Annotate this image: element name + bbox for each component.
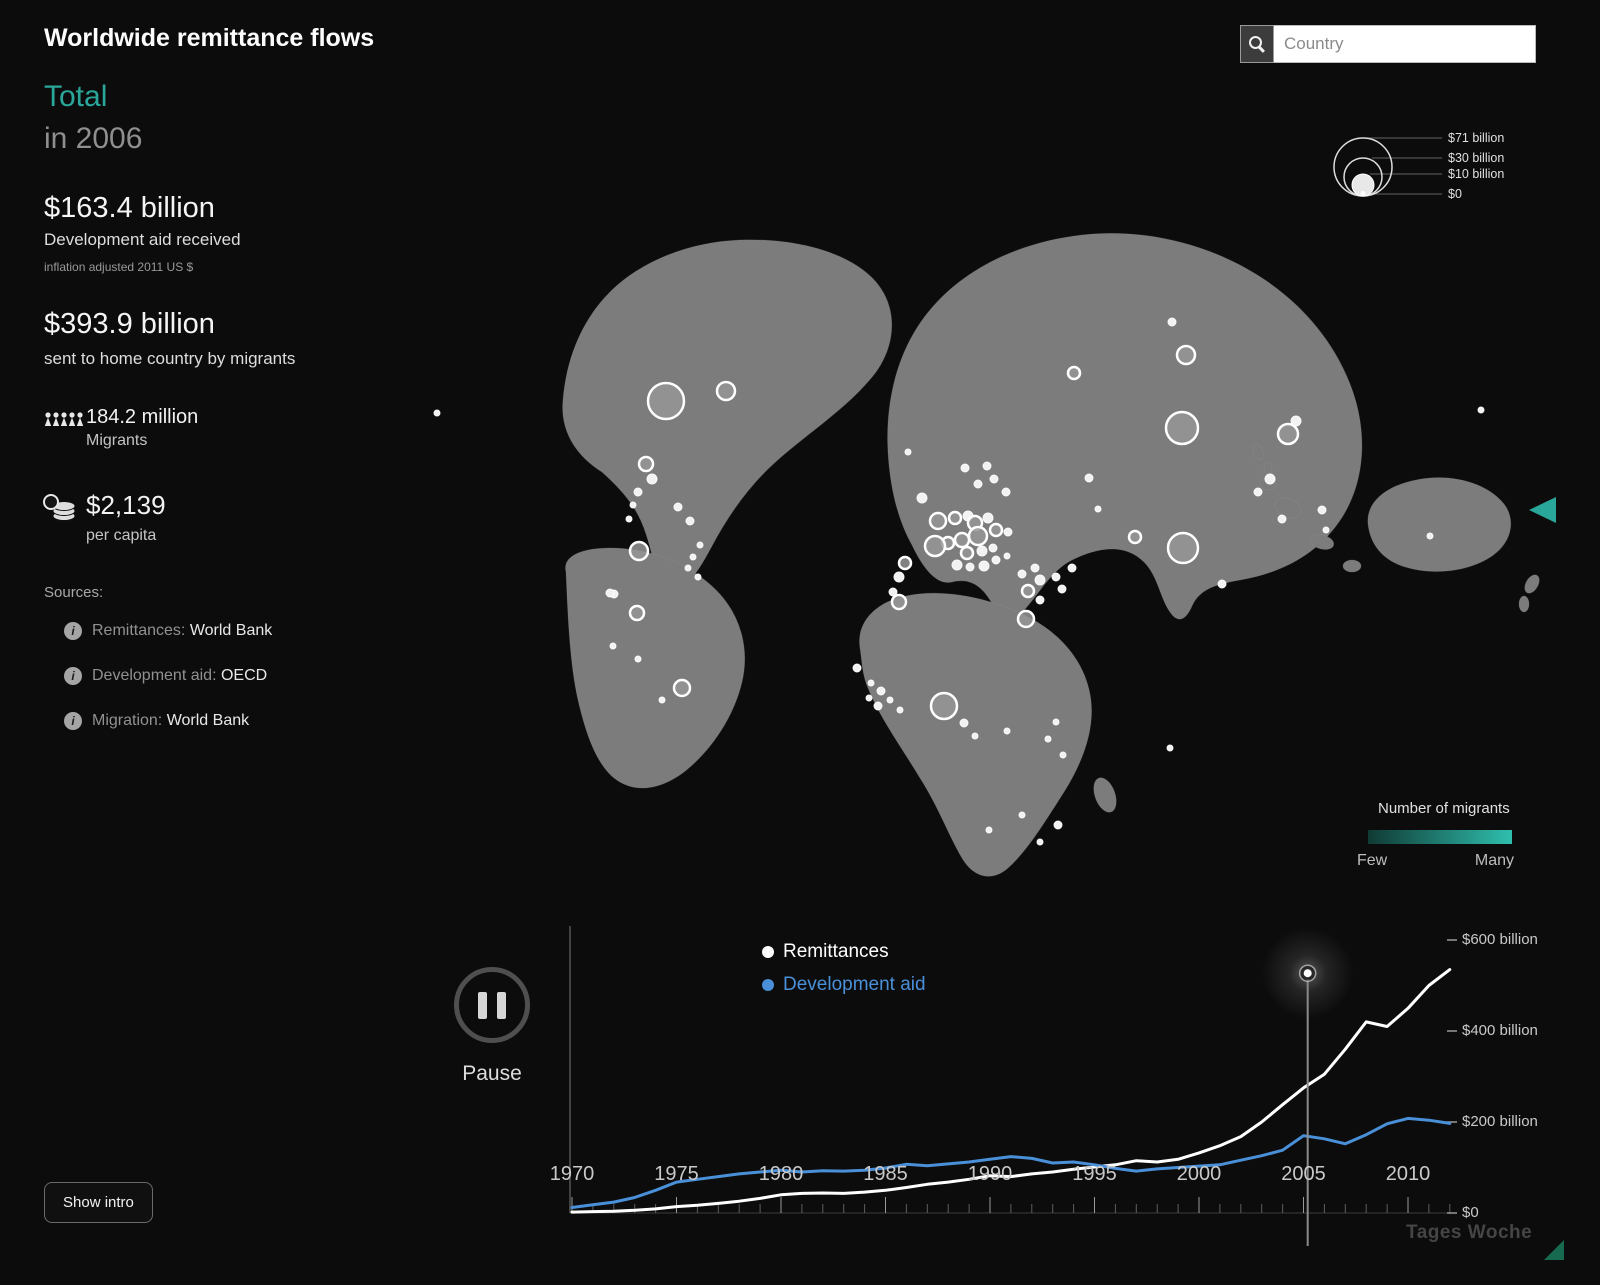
source-value: World Bank	[166, 712, 250, 729]
legend-label-10b: $10 billion	[1448, 167, 1504, 181]
migrants-legend-max: Many	[1474, 852, 1514, 869]
migrants-legend-min: Few	[1357, 852, 1388, 869]
show-intro-button[interactable]: Show intro	[44, 1182, 153, 1223]
brand-corner-mark	[1544, 1240, 1564, 1260]
pause-icon	[478, 991, 487, 1019]
x-axis-label: 1995	[1072, 1163, 1117, 1185]
legend-label: Remittances	[783, 941, 889, 962]
source-value: OECD	[220, 667, 268, 684]
year-marker	[1261, 927, 1354, 1246]
search-button[interactable]	[1240, 25, 1274, 63]
remittances-total-value: $393.9 billion	[44, 308, 215, 340]
info-icon[interactable]: i	[64, 622, 82, 640]
source-label: Development aid:	[92, 667, 217, 684]
brand-logo: Tages Woche	[1406, 1222, 1533, 1243]
source-aid: i Development aid: OECD	[64, 667, 267, 685]
aid-total-label: Development aid received	[44, 230, 241, 249]
page-title: Worldwide remittance flows	[44, 24, 375, 52]
x-axis-label: 1980	[758, 1163, 804, 1185]
source-label: Remittances:	[92, 622, 186, 639]
migrants-label: Migrants	[86, 432, 148, 449]
x-axis-label: 2005	[1281, 1163, 1326, 1185]
sources-heading: Sources:	[44, 584, 104, 601]
pause-button[interactable]	[454, 967, 530, 1043]
teal-arrow-icon	[1529, 497, 1556, 523]
legend-dot-icon	[762, 946, 774, 958]
x-axis-label: 1970	[549, 1163, 595, 1185]
migrants-legend-title: Number of migrants	[1378, 800, 1510, 817]
migrants-icon	[44, 412, 84, 426]
app: Worldwide remittance flows Total in 2006…	[0, 0, 1600, 1285]
source-value: World Bank	[189, 622, 273, 639]
migrants-value: 184.2 million	[86, 406, 199, 428]
migrants-count-legend: Number of migrants Few Many	[1356, 800, 1516, 870]
x-axis-label: 2010	[1385, 1163, 1431, 1185]
chart-legend-item: Development aid	[762, 974, 926, 996]
pause-label: Pause	[462, 1062, 522, 1085]
inflation-note: inflation adjusted 2011 US $	[44, 260, 194, 274]
pause-icon	[497, 991, 506, 1019]
remittances-total-label: sent to home country by migrants	[44, 349, 296, 368]
search-input[interactable]	[1274, 25, 1536, 63]
x-axis-label: 2000	[1176, 1163, 1222, 1185]
money-per-capita-icon	[43, 494, 76, 521]
y-axis-label: $0	[1462, 1204, 1479, 1221]
x-axis-label: 1990	[967, 1163, 1013, 1185]
x-axis-label: 1975	[654, 1163, 699, 1185]
mode-label: Total	[44, 80, 108, 113]
source-label: Migration:	[92, 712, 163, 729]
source-remittances: i Remittances: World Bank	[64, 622, 272, 640]
y-axis-label: $200 billion	[1462, 1113, 1538, 1130]
chart-legend-item: Remittances	[762, 941, 889, 963]
search-icon	[1249, 36, 1265, 52]
country-search	[1240, 25, 1536, 63]
migrants-gradient-bar	[1368, 830, 1512, 844]
legend-label-71b: $71 billion	[1448, 131, 1504, 145]
legend-label-0: $0	[1448, 187, 1462, 201]
current-year-label: in 2006	[44, 122, 143, 155]
legend-label: Development aid	[783, 974, 926, 995]
aid-total-value: $163.4 billion	[44, 192, 215, 224]
source-migration: i Migration: World Bank	[64, 712, 249, 730]
year-slider-handle[interactable]	[1303, 969, 1312, 978]
y-axis-label: $600 billion	[1462, 931, 1538, 948]
legend-dot-icon	[762, 979, 774, 991]
x-axis-label: 1985	[863, 1163, 908, 1185]
y-axis-label: $400 billion	[1462, 1022, 1538, 1039]
legend-label-30b: $30 billion	[1448, 151, 1504, 165]
bubble-size-legend: $71 billion $30 billion $10 billion $0	[1333, 131, 1504, 201]
per-capita-label: per capita	[86, 527, 157, 544]
per-capita-value: $2,139	[86, 490, 166, 520]
info-icon[interactable]: i	[64, 667, 82, 685]
info-icon[interactable]: i	[64, 712, 82, 730]
